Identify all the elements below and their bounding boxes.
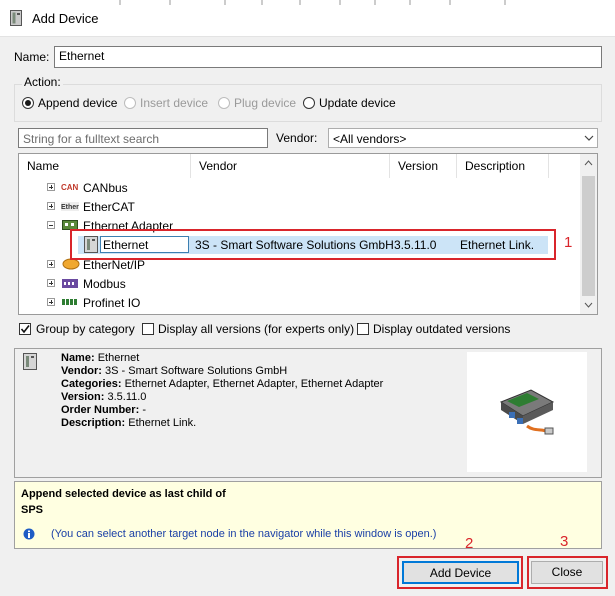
- checkmark-icon: [20, 325, 30, 334]
- expand-profinet-icon[interactable]: [47, 298, 55, 306]
- annotation-number-3: 3: [560, 533, 569, 550]
- svg-text:CAN: CAN: [61, 183, 79, 192]
- insert-device-radio[interactable]: [124, 97, 136, 109]
- expand-ethernetip-icon[interactable]: [47, 260, 55, 268]
- tree-item-ethernetip[interactable]: EtherNet/IP: [83, 258, 145, 272]
- scroll-down-icon[interactable]: [584, 302, 593, 308]
- info-icon: [23, 528, 35, 540]
- chevron-down-icon[interactable]: [584, 135, 594, 141]
- name-input[interactable]: Ethernet: [54, 46, 602, 68]
- annotation-number-2: 2: [465, 535, 474, 552]
- device-image: [467, 352, 587, 472]
- close-button[interactable]: Close: [531, 561, 603, 584]
- fulltext-search-input[interactable]: String for a fulltext search: [18, 128, 268, 148]
- scrollbar-thumb[interactable]: [582, 176, 595, 296]
- title-bar: Add Device: [0, 0, 615, 37]
- update-device-label: Update device: [319, 96, 396, 110]
- svg-text:EtherC: EtherC: [61, 204, 79, 211]
- tree-item-ethercat[interactable]: EtherCAT: [83, 200, 135, 214]
- info-device-icon: [23, 353, 37, 370]
- append-device-radio[interactable]: [22, 97, 34, 109]
- scroll-up-icon[interactable]: [584, 160, 593, 166]
- group-by-category-checkbox[interactable]: [19, 323, 31, 335]
- plug-device-label: Plug device: [234, 96, 297, 110]
- vendor-select-value: <All vendors>: [333, 132, 407, 146]
- profinet-icon: [62, 299, 77, 305]
- hint-note: (You can select another target node in t…: [51, 528, 437, 540]
- group-by-category-label: Group by category: [36, 322, 135, 336]
- annotation-box-1: [70, 229, 556, 260]
- expand-canbus-icon[interactable]: [47, 183, 55, 191]
- modbus-icon: [62, 279, 78, 288]
- window-title: Add Device: [32, 11, 99, 26]
- expand-modbus-icon[interactable]: [47, 279, 55, 287]
- insert-device-label: Insert device: [140, 96, 209, 110]
- info-vendor-label: Vendor:: [61, 365, 102, 377]
- info-order-value: -: [142, 404, 146, 416]
- vendor-label: Vendor:: [276, 131, 318, 145]
- collapse-ethernet-adapter-icon[interactable]: [47, 221, 55, 229]
- name-label: Name:: [14, 50, 50, 64]
- vertical-scrollbar[interactable]: [580, 154, 597, 314]
- info-categories-value: Ethernet Adapter, Ethernet Adapter, Ethe…: [124, 378, 384, 390]
- annotation-number-1: 1: [564, 234, 573, 251]
- info-version-label: Version:: [61, 391, 105, 403]
- update-device-radio[interactable]: [303, 97, 315, 109]
- display-outdated-checkbox[interactable]: [357, 323, 369, 335]
- tree-item-canbus[interactable]: CANbus: [83, 181, 128, 195]
- info-name-label: Name:: [61, 352, 95, 364]
- ethercat-icon: EtherC: [61, 202, 79, 211]
- info-vendor-value: 3S - Smart Software Solutions GmbH: [105, 365, 288, 377]
- display-all-versions-checkbox[interactable]: [142, 323, 154, 335]
- toolbar-fragment: [119, 0, 506, 5]
- target-hint-panel: Append selected device as last child of …: [14, 481, 602, 549]
- vendor-select[interactable]: <All vendors>: [328, 128, 598, 148]
- device-icon: [10, 10, 22, 26]
- tree-item-modbus[interactable]: Modbus: [83, 277, 126, 291]
- info-name-value: Ethernet: [97, 352, 140, 364]
- tree-item-profinet[interactable]: Profinet IO: [83, 296, 140, 310]
- column-name[interactable]: Name: [19, 154, 191, 178]
- info-description-value: Ethernet Link.: [128, 417, 197, 429]
- column-description[interactable]: Description: [457, 154, 549, 178]
- plug-device-radio[interactable]: [218, 97, 230, 109]
- hint-line-1: Append selected device as last child of: [21, 488, 226, 500]
- info-text: Name: Ethernet Vendor: 3S - Smart Softwa…: [61, 352, 383, 430]
- can-icon: CAN: [61, 183, 79, 192]
- info-categories-label: Categories:: [61, 378, 122, 390]
- device-info-panel: Name: Ethernet Vendor: 3S - Smart Softwa…: [14, 348, 602, 478]
- append-device-label: Append device: [38, 96, 118, 110]
- action-label: Action:: [22, 75, 63, 89]
- display-outdated-label: Display outdated versions: [373, 322, 511, 336]
- hint-line-2: SPS: [21, 504, 44, 516]
- display-all-versions-label: Display all versions (for experts only): [158, 322, 355, 336]
- info-order-label: Order Number:: [61, 404, 140, 416]
- column-vendor[interactable]: Vendor: [191, 154, 390, 178]
- add-device-button[interactable]: Add Device: [402, 561, 519, 584]
- info-version-value: 3.5.11.0: [107, 391, 147, 403]
- ethernet-card-icon: [499, 389, 555, 435]
- column-version[interactable]: Version: [390, 154, 457, 178]
- info-description-label: Description:: [61, 417, 126, 429]
- expand-ethercat-icon[interactable]: [47, 202, 55, 210]
